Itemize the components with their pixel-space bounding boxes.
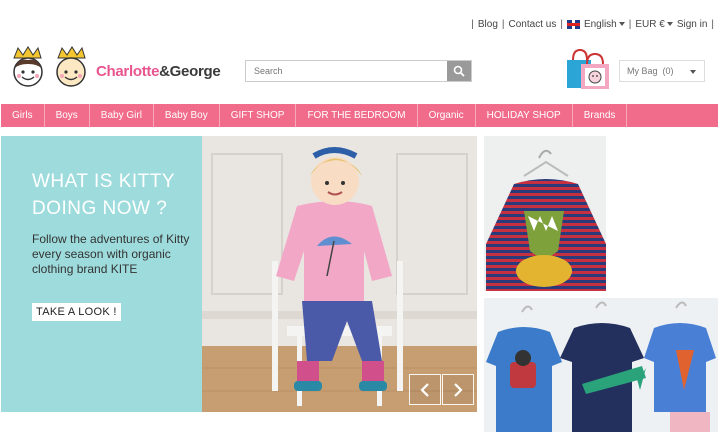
language-selector[interactable]: English — [584, 19, 625, 30]
search-input[interactable] — [246, 61, 447, 81]
hero-title: WHAT IS KITTY DOING NOW ? — [32, 171, 175, 219]
logo-text: Charlotte&George — [96, 62, 221, 80]
striped-top-image — [484, 136, 606, 291]
top-utility-bar: | Blog | Contact us | English | EUR € Si… — [471, 19, 714, 30]
search-button[interactable] — [447, 61, 471, 81]
promo-tile-striped-top[interactable] — [484, 136, 606, 291]
kids-tops-image — [484, 298, 718, 432]
uk-flag-icon — [566, 20, 580, 29]
logo-text-charlotte: Charlotte — [96, 62, 160, 80]
chevron-right-icon — [454, 382, 463, 397]
nav-item-baby-girl[interactable]: Baby Girl — [90, 104, 154, 127]
chevron-down-icon — [618, 22, 625, 27]
site-logo[interactable]: Charlotte&George — [8, 46, 221, 88]
chevron-down-icon — [690, 70, 696, 74]
carousel-next-button[interactable] — [442, 374, 474, 405]
take-a-look-button[interactable]: TAKE A LOOK ! — [32, 303, 121, 321]
hero-description: Follow the adventures of Kitty every sea… — [32, 232, 190, 276]
logo-text-george: &George — [159, 62, 221, 80]
my-bag-dropdown[interactable]: My Bag (0) — [619, 60, 705, 82]
currency-label: EUR € — [635, 19, 665, 30]
carousel-prev-button[interactable] — [409, 374, 441, 405]
search-bar — [245, 60, 472, 82]
nav-item-girls[interactable]: Girls — [1, 104, 45, 127]
my-bag-count: (0) — [662, 66, 674, 76]
chevron-down-icon — [666, 22, 673, 27]
nav-item-for-the-bedroom[interactable]: FOR THE BEDROOM — [296, 104, 418, 127]
nav-item-holiday-shop[interactable]: HOLIDAY SHOP — [476, 104, 573, 127]
chevron-left-icon — [420, 382, 429, 397]
currency-selector[interactable]: EUR € — [635, 19, 673, 30]
signin-link[interactable]: Sign in — [677, 19, 708, 30]
nav-item-gift-shop[interactable]: GIFT SHOP — [220, 104, 297, 127]
contact-link[interactable]: Contact us — [509, 19, 557, 30]
promo-tile-kids-tops[interactable] — [484, 298, 718, 432]
my-bag-label: My Bag — [627, 66, 658, 76]
shopping-bag-icon[interactable] — [565, 46, 613, 90]
blog-link[interactable]: Blog — [478, 19, 498, 30]
logo-kids-faces-icon — [13, 46, 86, 87]
carousel-controls — [409, 374, 474, 405]
main-nav: Girls Boys Baby Girl Baby Boy GIFT SHOP … — [1, 104, 718, 127]
nav-item-organic[interactable]: Organic — [418, 104, 476, 127]
language-label: English — [583, 19, 617, 30]
nav-item-brands[interactable]: Brands — [573, 104, 628, 127]
search-icon — [453, 65, 465, 77]
nav-item-baby-boy[interactable]: Baby Boy — [154, 104, 220, 127]
hero-photo-girl-on-chair — [202, 136, 477, 412]
nav-item-boys[interactable]: Boys — [45, 104, 90, 127]
hero-banner[interactable]: WHAT IS KITTY DOING NOW ? Follow the adv… — [1, 136, 477, 412]
